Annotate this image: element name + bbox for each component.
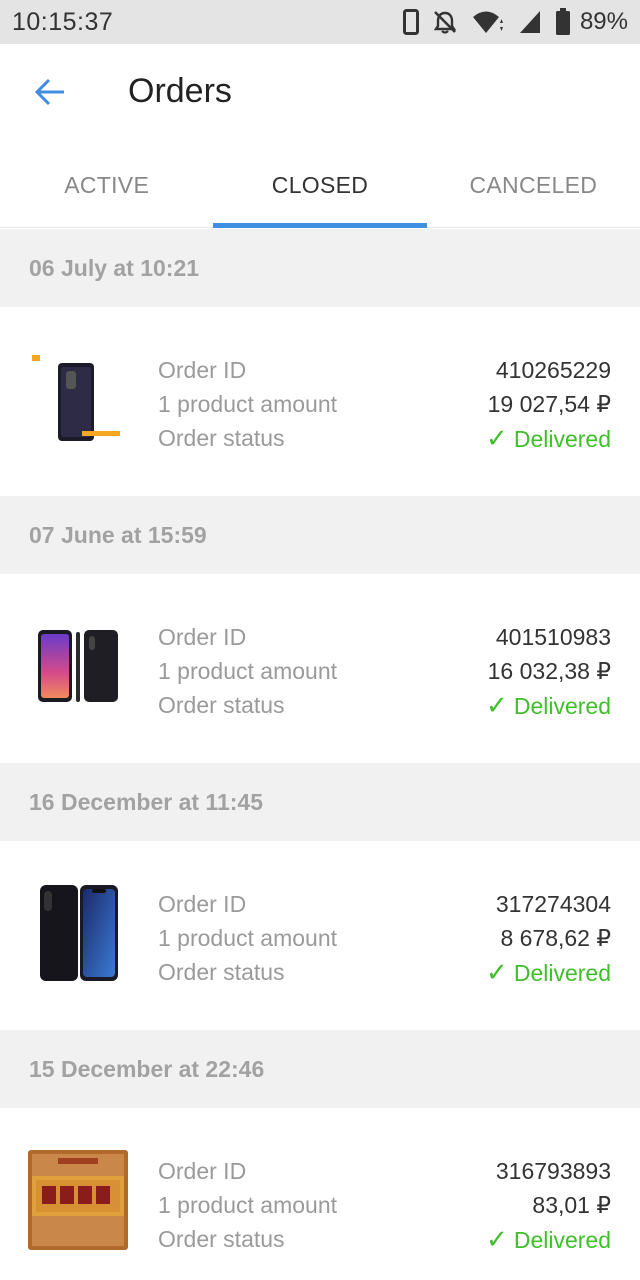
checkmark-icon: ✓ [486,957,508,987]
tab-canceled[interactable]: CANCELED [427,144,640,227]
app-bar: Orders [0,44,640,144]
amount-label: 1 product amount [158,1192,338,1218]
order-id-value: 401510983 [495,624,611,650]
amount-value: 16 032,38 ₽ [487,658,611,684]
order-values: 401510983 16 032,38 ₽ ✓ Delivered [486,620,611,723]
status-label: Order status [158,959,285,985]
amount-value: 83,01 ₽ [532,1192,611,1218]
product-thumbnail [28,1150,128,1250]
status-value: Delivered [513,693,611,719]
product-thumbnail [28,616,128,716]
order-item[interactable]: Order ID 1 product amount Order status 4… [0,307,640,496]
order-tabs: ACTIVE CLOSED CANCELED [0,144,640,228]
order-status: ✓ Delivered [486,421,611,456]
order-id-label: Order ID [158,1158,247,1184]
tab-label: CLOSED [271,172,369,198]
order-status: ✓ Delivered [486,688,611,723]
amount-value: 8 678,62 ₽ [500,925,611,951]
phone-icon [402,9,419,35]
order-status: ✓ Delivered [486,955,611,990]
checkmark-icon: ✓ [486,1224,508,1254]
order-id-value: 317274304 [495,891,611,917]
battery-icon [555,8,571,36]
order-id-value: 316793893 [495,1158,611,1184]
battery-percent: 89% [579,8,628,35]
date-header: 16 December at 11:45 [0,763,640,841]
tab-label: CANCELED [469,172,598,198]
status-value: Delivered [513,426,611,452]
status-bar: 10:15:37 89% [0,0,640,44]
tab-closed[interactable]: CLOSED [213,144,427,228]
status-value: Delivered [513,960,611,986]
amount-value: 19 027,54 ₽ [487,391,611,417]
wifi-icon [471,9,505,35]
order-item[interactable]: Order ID 1 product amount Order status 4… [0,574,640,763]
date-header: 06 July at 10:21 [0,229,640,307]
status-label: Order status [158,1226,285,1252]
status-value: Delivered [513,1227,611,1253]
order-labels: Order ID 1 product amount Order status [158,620,337,722]
order-item[interactable]: Order ID 1 product amount Order status 3… [0,1108,640,1280]
product-thumbnail [28,883,128,983]
back-button[interactable] [30,74,70,114]
page-title: Orders [128,72,232,110]
order-id-value: 410265229 [495,357,611,383]
order-item[interactable]: Order ID 1 product amount Order status 3… [0,841,640,1030]
amount-label: 1 product amount [158,391,338,417]
tab-active[interactable]: ACTIVE [0,144,213,227]
checkmark-icon: ✓ [486,690,508,720]
order-id-label: Order ID [158,891,247,917]
date-header: 07 June at 15:59 [0,496,640,574]
order-id-label: Order ID [158,624,247,650]
status-label: Order status [158,692,285,718]
order-labels: Order ID 1 product amount Order status [158,1154,337,1256]
order-labels: Order ID 1 product amount Order status [158,887,337,989]
date-header: 15 December at 22:46 [0,1030,640,1108]
order-labels: Order ID 1 product amount Order status [158,353,337,455]
order-id-label: Order ID [158,357,247,383]
order-values: 317274304 8 678,62 ₽ ✓ Delivered [486,887,611,990]
bell-off-icon [432,9,458,35]
order-values: 410265229 19 027,54 ₽ ✓ Delivered [486,353,611,456]
amount-label: 1 product amount [158,925,338,951]
arrow-left-icon [34,78,66,111]
status-time: 10:15:37 [12,7,114,36]
checkmark-icon: ✓ [486,423,508,453]
product-thumbnail [28,349,128,449]
tab-label: ACTIVE [64,172,150,198]
order-status: ✓ Delivered [486,1222,611,1257]
status-label: Order status [158,425,285,451]
amount-label: 1 product amount [158,658,338,684]
signal-icon [518,9,542,35]
status-icons: 89% [402,8,628,36]
orders-list: 06 July at 10:21 Order ID 1 product amou… [0,229,640,1280]
order-values: 316793893 83,01 ₽ ✓ Delivered [486,1154,611,1257]
tab-indicator [213,223,427,228]
